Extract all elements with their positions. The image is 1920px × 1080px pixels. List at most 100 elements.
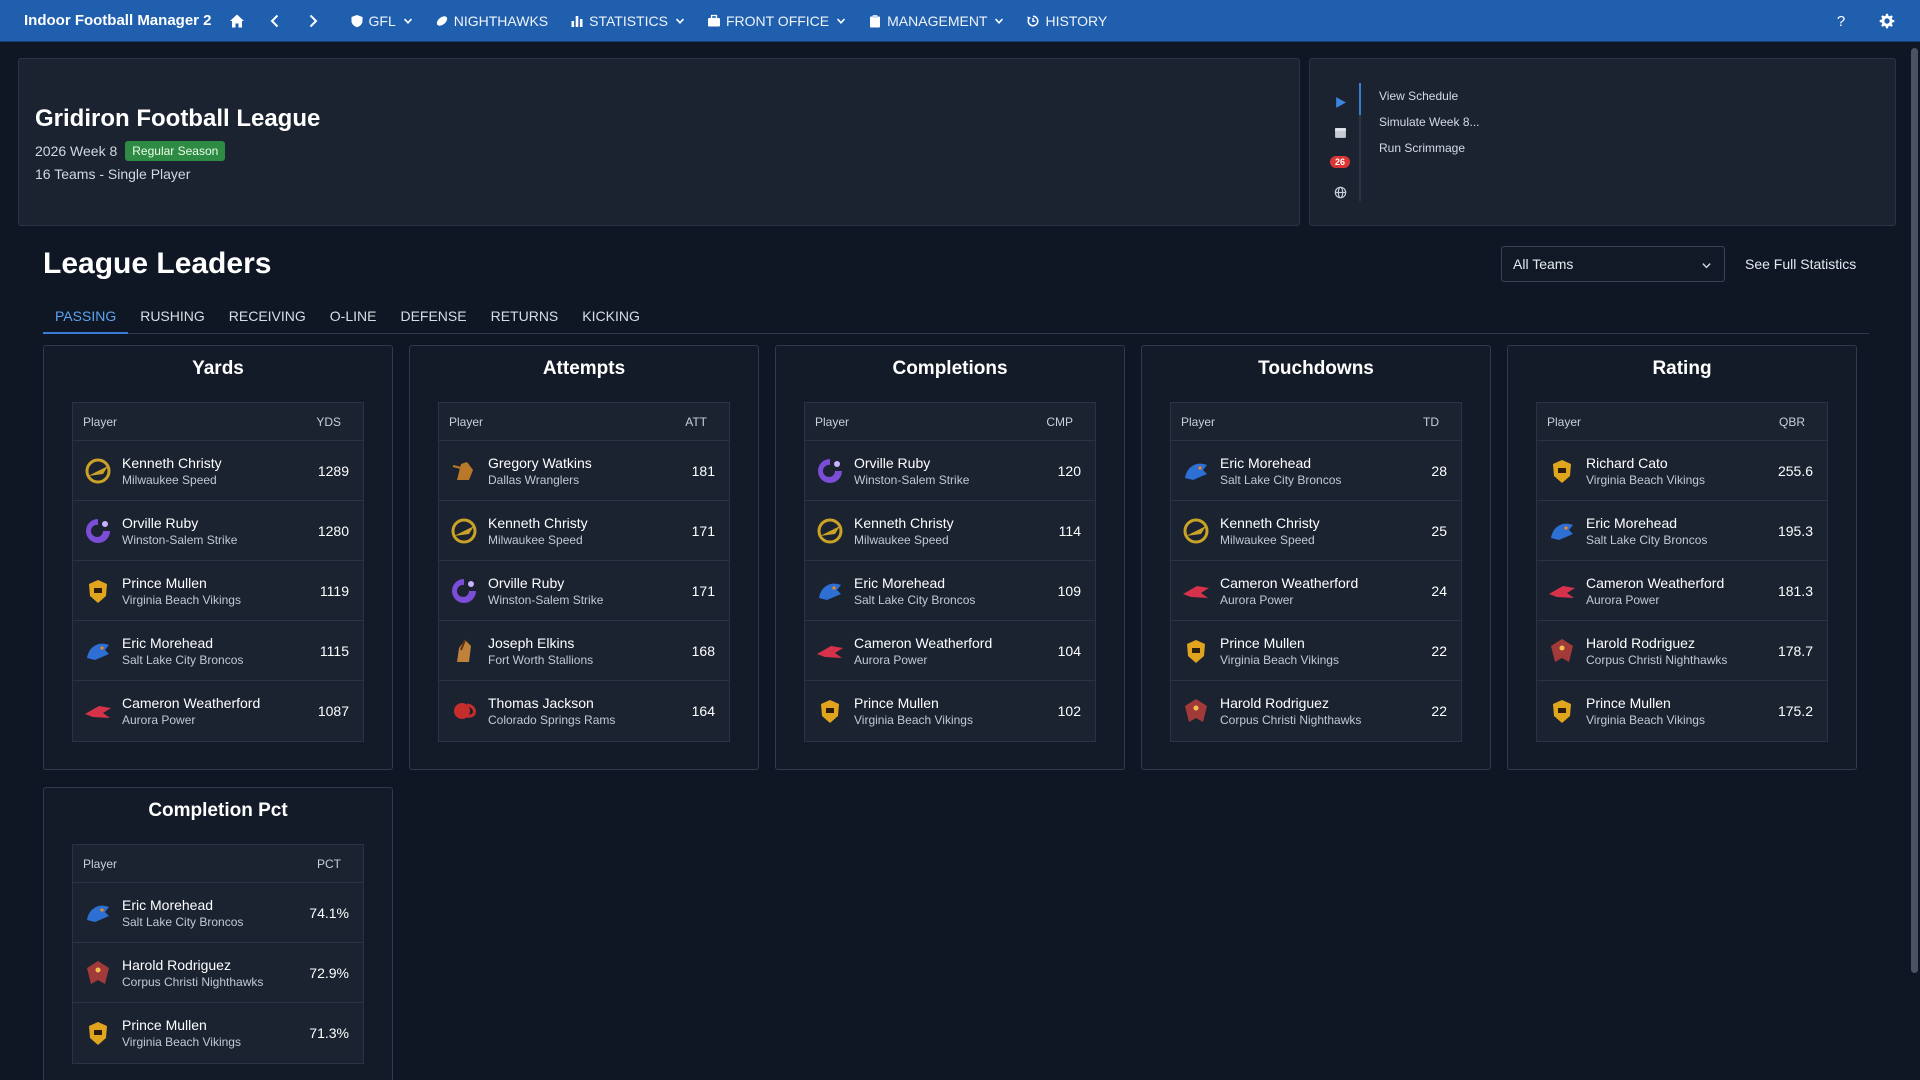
player-name[interactable]: Gregory Watkins [488,455,673,471]
table-row[interactable]: Prince Mullen Virginia Beach Vikings 175.2 [1537,681,1827,741]
player-name[interactable]: Richard Cato [1586,455,1771,471]
player-name[interactable]: Cameron Weatherford [854,635,1039,651]
quick-actions-card: 26 View Schedule Simulate Week 8... Run … [1309,58,1896,226]
table-row[interactable]: Eric Morehead Salt Lake City Broncos 74.1% [73,883,363,943]
player-name[interactable]: Eric Morehead [854,575,1039,591]
tab-defense[interactable]: DEFENSE [388,298,478,334]
player-name[interactable]: Prince Mullen [122,575,307,591]
forward-icon[interactable] [302,10,324,32]
settings-gear-icon[interactable] [1876,10,1898,32]
table-row[interactable]: Kenneth Christy Milwaukee Speed 171 [439,501,729,561]
player-column-header[interactable]: Player [1547,415,1581,429]
player-name[interactable]: Prince Mullen [1586,695,1771,711]
stat-column-header[interactable]: CMP [1046,415,1073,429]
player-name[interactable]: Harold Rodriguez [1220,695,1405,711]
player-name[interactable]: Thomas Jackson [488,695,673,711]
tab-returns[interactable]: RETURNS [479,298,571,334]
table-row[interactable]: Eric Morehead Salt Lake City Broncos 109 [805,561,1095,621]
table-row[interactable]: Prince Mullen Virginia Beach Vikings 71.3% [73,1003,363,1063]
player-name[interactable]: Kenneth Christy [854,515,1039,531]
player-name[interactable]: Prince Mullen [854,695,1039,711]
tab-receiving[interactable]: RECEIVING [217,298,318,334]
tab-rushing[interactable]: RUSHING [128,298,217,334]
player-name[interactable]: Kenneth Christy [122,455,307,471]
globe-icon[interactable] [1328,177,1352,207]
player-name[interactable]: Kenneth Christy [1220,515,1405,531]
table-row[interactable]: Eric Morehead Salt Lake City Broncos 1115 [73,621,363,681]
play-icon[interactable] [1328,87,1352,117]
table-row[interactable]: Orville Ruby Winston-Salem Strike 120 [805,441,1095,501]
back-icon[interactable] [264,10,286,32]
player-name[interactable]: Orville Ruby [488,575,673,591]
table-row[interactable]: Eric Morehead Salt Lake City Broncos 28 [1171,441,1461,501]
player-column-header[interactable]: Player [83,415,117,429]
player-name[interactable]: Eric Morehead [1220,455,1405,471]
player-name[interactable]: Orville Ruby [122,515,307,531]
player-name[interactable]: Prince Mullen [122,1017,307,1033]
page-scrollbar[interactable] [1908,42,1920,1080]
nav-history[interactable]: HISTORY [1026,13,1107,29]
table-row[interactable]: Prince Mullen Virginia Beach Vikings 1119 [73,561,363,621]
player-name[interactable]: Cameron Weatherford [1586,575,1771,591]
table-row[interactable]: Prince Mullen Virginia Beach Vikings 22 [1171,621,1461,681]
nav-statistics[interactable]: STATISTICS [570,13,685,29]
stat-column-header[interactable]: ATT [685,415,707,429]
simulate-week-link[interactable]: Simulate Week 8... [1379,113,1480,139]
table-row[interactable]: Kenneth Christy Milwaukee Speed 114 [805,501,1095,561]
app-title[interactable]: Indoor Football Manager 2 [24,12,212,29]
stat-column-header[interactable]: TD [1423,415,1439,429]
calendar-icon[interactable] [1328,117,1352,147]
player-name[interactable]: Eric Morehead [1586,515,1771,531]
player-name[interactable]: Cameron Weatherford [1220,575,1405,591]
table-row[interactable]: Harold Rodriguez Corpus Christi Nighthawk… [1537,621,1827,681]
player-column-header[interactable]: Player [83,857,117,871]
table-row[interactable]: Gregory Watkins Dallas Wranglers 181 [439,441,729,501]
table-row[interactable]: Harold Rodriguez Corpus Christi Nighthawk… [73,943,363,1003]
stat-column-header[interactable]: YDS [316,415,341,429]
player-column-header[interactable]: Player [449,415,483,429]
scrollbar-thumb[interactable] [1911,48,1918,973]
table-row[interactable]: Cameron Weatherford Aurora Power 1087 [73,681,363,741]
table-row[interactable]: Eric Morehead Salt Lake City Broncos 195.3 [1537,501,1827,561]
table-row[interactable]: Richard Cato Virginia Beach Vikings 255.6 [1537,441,1827,501]
player-name[interactable]: Harold Rodriguez [122,957,307,973]
team-filter-select[interactable]: All Teams [1501,246,1725,282]
player-name[interactable]: Harold Rodriguez [1586,635,1771,651]
table-row[interactable]: Orville Ruby Winston-Salem Strike 171 [439,561,729,621]
table-row[interactable]: Orville Ruby Winston-Salem Strike 1280 [73,501,363,561]
table-row[interactable]: Cameron Weatherford Aurora Power 104 [805,621,1095,681]
notifications-badge[interactable]: 26 [1328,147,1352,177]
nav-front-office[interactable]: FRONT OFFICE [707,13,846,29]
stat-column-header[interactable]: QBR [1779,415,1805,429]
table-row[interactable]: Cameron Weatherford Aurora Power 24 [1171,561,1461,621]
tab-kicking[interactable]: KICKING [570,298,652,334]
player-name[interactable]: Eric Morehead [122,897,307,913]
table-row[interactable]: Harold Rodriguez Corpus Christi Nighthawk… [1171,681,1461,741]
table-row[interactable]: Prince Mullen Virginia Beach Vikings 102 [805,681,1095,741]
nav-nighthawks[interactable]: NIGHTHAWKS [435,13,548,29]
player-name[interactable]: Orville Ruby [854,455,1039,471]
player-column-header[interactable]: Player [1181,415,1215,429]
player-name[interactable]: Kenneth Christy [488,515,673,531]
stat-column-header[interactable]: PCT [317,857,341,871]
see-full-statistics-link[interactable]: See Full Statistics [1745,256,1856,272]
table-row[interactable]: Kenneth Christy Milwaukee Speed 25 [1171,501,1461,561]
table-row[interactable]: Thomas Jackson Colorado Springs Rams 164 [439,681,729,741]
tab-o-line[interactable]: O-LINE [318,298,389,334]
home-icon[interactable] [226,10,248,32]
player-name[interactable]: Joseph Elkins [488,635,673,651]
player-name[interactable]: Prince Mullen [1220,635,1405,651]
help-icon[interactable]: ? [1830,10,1852,32]
table-row[interactable]: Cameron Weatherford Aurora Power 181.3 [1537,561,1827,621]
tab-passing[interactable]: PASSING [43,298,129,334]
table-row[interactable]: Joseph Elkins Fort Worth Stallions 168 [439,621,729,681]
player-column-header[interactable]: Player [815,415,849,429]
run-scrimmage-link[interactable]: Run Scrimmage [1379,139,1480,165]
team-logo-icon [1549,585,1575,598]
view-schedule-link[interactable]: View Schedule [1379,87,1480,113]
player-name[interactable]: Eric Morehead [122,635,307,651]
player-name[interactable]: Cameron Weatherford [122,695,307,711]
nav-management[interactable]: MANAGEMENT [868,13,1004,29]
table-row[interactable]: Kenneth Christy Milwaukee Speed 1289 [73,441,363,501]
nav-gfl[interactable]: GFL [350,13,413,29]
